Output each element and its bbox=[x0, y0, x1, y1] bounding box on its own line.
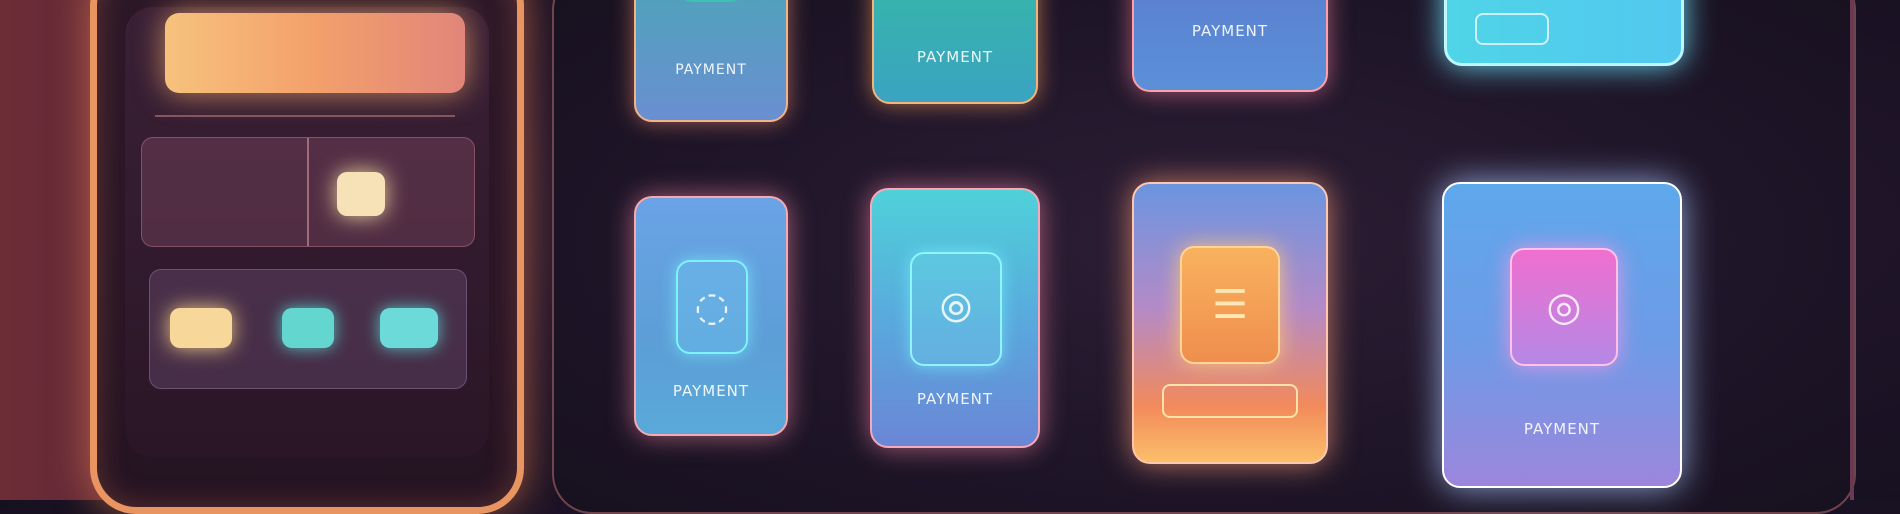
card-label: PAYMENT bbox=[916, 390, 994, 408]
card-icon-box bbox=[678, 0, 744, 2]
payment-card-1[interactable]: ◌ PAYMENT bbox=[634, 196, 788, 436]
contactless-icon: ◌ bbox=[694, 284, 730, 330]
payment-card-top-3[interactable]: PAYMENT bbox=[1132, 0, 1328, 92]
payment-card-3[interactable]: ☰ bbox=[1132, 182, 1328, 464]
payment-card-top-4[interactable] bbox=[1444, 0, 1684, 66]
payment-card-4[interactable]: ◎ PAYMENT bbox=[1442, 182, 1682, 488]
phone-mockup bbox=[90, 0, 524, 514]
card-pill bbox=[1475, 13, 1549, 45]
amount-field[interactable] bbox=[1162, 384, 1298, 418]
phone-screen bbox=[125, 7, 489, 457]
divider bbox=[155, 115, 455, 117]
nfc-icon-box: ◎ bbox=[1510, 248, 1618, 366]
phone-button-row bbox=[149, 269, 467, 389]
fingerprint-icon-box: ⦾ bbox=[910, 252, 1002, 366]
card-label: PAYMENT bbox=[675, 62, 747, 78]
payment-card-2[interactable]: ⦾ PAYMENT bbox=[870, 188, 1040, 448]
nfc-icon: ◎ bbox=[1546, 284, 1582, 330]
right-edge-line bbox=[1850, 0, 1854, 500]
chip-icon bbox=[337, 172, 385, 216]
phone-balance-panel bbox=[141, 137, 475, 247]
balance-right bbox=[307, 138, 474, 246]
fingerprint-icon: ⦾ bbox=[940, 286, 972, 332]
payment-card-top-1[interactable]: PAYMENT bbox=[634, 0, 788, 122]
phone-button-3[interactable] bbox=[380, 308, 438, 348]
phone-button-1[interactable] bbox=[170, 308, 232, 348]
card-label: PAYMENT bbox=[916, 48, 994, 66]
card-label: PAYMENT bbox=[1523, 420, 1601, 438]
contactless-icon-box: ◌ bbox=[676, 260, 748, 354]
card-label: PAYMENT bbox=[1191, 22, 1269, 40]
chip-icon-box: ☰ bbox=[1180, 246, 1280, 364]
chip-icon: ☰ bbox=[1212, 282, 1248, 328]
card-label: PAYMENT bbox=[672, 382, 750, 400]
payment-card-top-2[interactable]: PAYMENT bbox=[872, 0, 1038, 104]
balance-left bbox=[142, 138, 307, 246]
phone-top-card[interactable] bbox=[165, 13, 465, 93]
phone-button-2[interactable] bbox=[282, 308, 334, 348]
